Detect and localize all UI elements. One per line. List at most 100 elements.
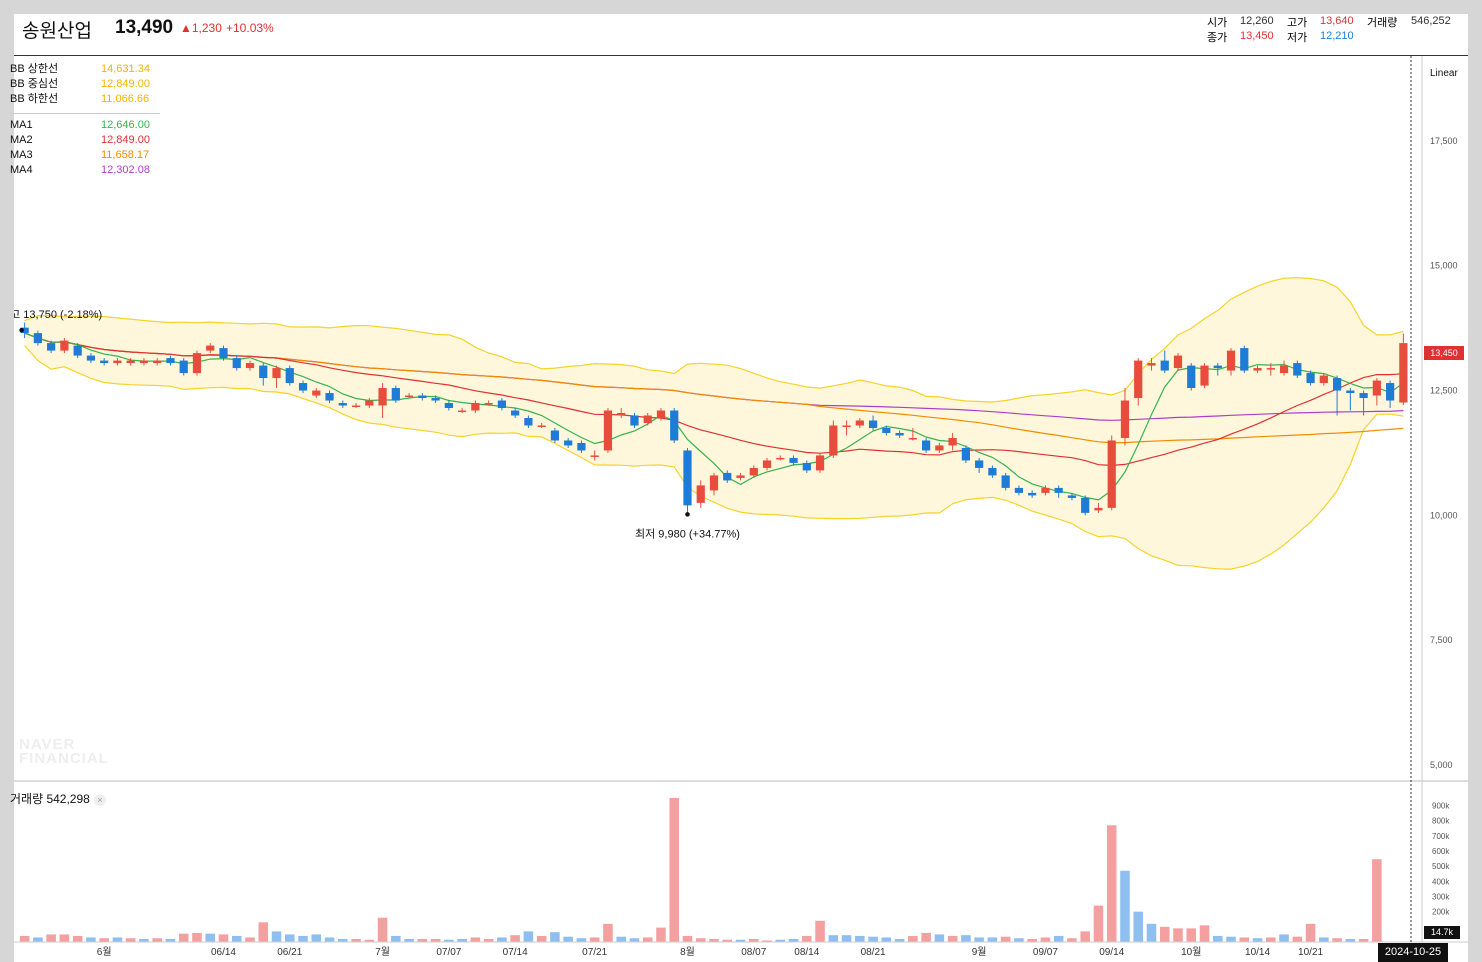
price-tick-label: 17,500 [1430,136,1458,146]
volume-panel-label: 거래량 542,298 × [10,790,106,807]
scale-mode-button[interactable]: Linear [1430,68,1458,79]
candle-body [590,455,599,457]
price-tick-label: 7,500 [1430,635,1453,645]
volume-bar [258,922,269,942]
volume-bar [947,935,958,942]
volume-tick-label: 200k [1432,908,1450,917]
indicator-legend: BB 상한선 14,631.34 BB 중심선 12,849.00 BB 하한선 11… [10,62,170,178]
candle-body [908,437,917,440]
candle-body [749,467,758,476]
candle-body [484,403,493,405]
candle-body [1306,373,1315,384]
candle-body [298,383,308,391]
volume-bar [576,938,587,942]
candle-body [1173,355,1183,369]
candle-body [696,485,705,503]
candle-body [922,440,931,451]
candle-body [1226,350,1236,371]
candle-body [1319,375,1328,384]
candle-body [245,363,255,369]
candle-body [1253,368,1262,371]
volume-bar [1120,870,1130,942]
volume-bar [245,937,255,942]
x-tick-label: 07/14 [503,947,528,958]
volume-bar [152,938,162,942]
volume-bar [470,937,481,942]
legend-bb-lower: BB 하한선 11,066.66 [10,93,150,105]
candle-body [206,345,215,351]
volume-bar [802,935,812,942]
candle-body [1293,363,1302,376]
x-tick-label: 9월 [972,946,987,958]
price-tick-label: 5,000 [1430,760,1453,770]
candle-body [232,358,241,369]
volume-bar [589,937,600,942]
close-icon[interactable]: × [93,794,106,806]
candle-body [153,360,162,364]
candle-body [1372,380,1381,396]
volume-bar [908,935,918,942]
chart-frame: 송원산업 13,490 ▲1,230 +10.03% 시가 12,260 고가 … [10,14,1468,962]
volume-tick-label: 800k [1432,817,1450,826]
volume-bar [192,932,202,942]
volume-bar [271,931,282,942]
candle-body [1028,492,1037,496]
candle-body [338,403,347,406]
volume-bar [1212,935,1223,942]
volume-bar [934,934,945,942]
price-chart[interactable]: 5,000 7,500 10,000 12,500 15,000 17,500 200k 30… [14,14,1468,962]
candle-body [100,360,109,364]
candle-body [1187,365,1196,389]
candle-body [511,410,520,416]
volume-tick-label: 500k [1432,862,1450,871]
volume-bar [33,937,43,942]
volume-bar [1319,937,1329,942]
volume-bar [855,935,865,942]
candle-body [855,420,864,426]
price-tick-label: 15,000 [1430,261,1458,271]
volume-bar [921,932,931,942]
volume-bar [841,935,852,942]
candle-body [935,445,944,451]
volume-bar [550,932,560,942]
candle-body [471,403,480,411]
x-tick-label: 10/14 [1245,947,1270,958]
candle-body [351,405,361,408]
candle-body [802,462,811,471]
volume-bar [284,934,295,942]
volume-bar [298,935,308,942]
volume-bar [1080,931,1090,942]
volume-bar [1146,923,1157,942]
candle-body [1054,487,1063,493]
volume-bar [828,935,839,942]
candle-body [1346,390,1355,394]
candle-body [431,398,440,401]
price-tick-label: 12,500 [1430,386,1458,396]
candle-body [391,388,400,401]
volume-bar [99,938,109,942]
candle-body [1147,363,1156,366]
cursor-date-badge: 2024-10-25 [1378,943,1448,962]
candle-body [829,425,838,456]
candle-body [776,457,785,460]
candle-body [1240,348,1249,371]
bollinger-band-area [24,277,1404,570]
candle-body [564,440,573,446]
candle-body [1332,378,1342,391]
x-tick-label: 09/07 [1033,947,1058,958]
candle-body [60,340,69,351]
volume-bar [642,937,653,942]
candle-body [113,360,122,364]
candle-body [404,395,414,398]
candle-body [139,360,149,364]
candle-body [1200,365,1209,386]
volume-tick-label: 600k [1432,847,1450,856]
candle-body [312,390,321,396]
volume-bar [1266,937,1276,942]
candle-body [895,432,904,436]
candle-body [47,343,56,351]
candle-body [975,460,984,468]
candle-body [723,472,732,481]
volume-bar [205,933,216,942]
low-marker [685,512,690,517]
